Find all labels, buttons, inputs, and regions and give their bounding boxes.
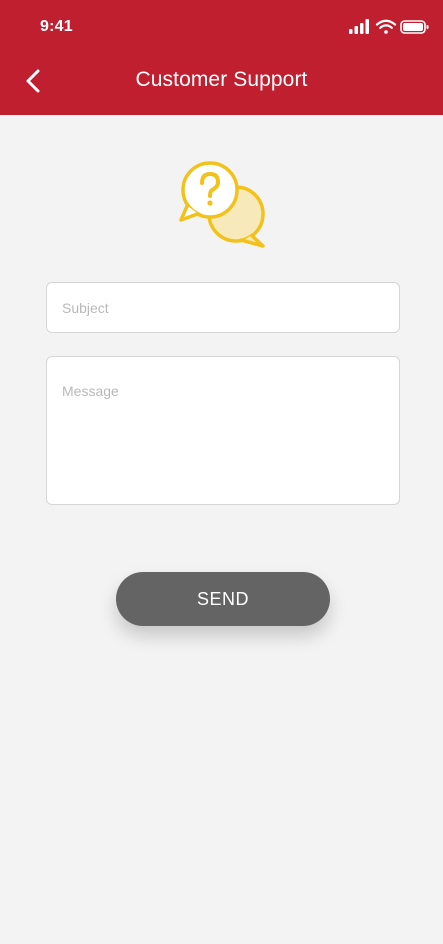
battery-icon bbox=[400, 20, 429, 34]
wifi-icon bbox=[375, 19, 397, 34]
send-button[interactable]: SEND bbox=[116, 572, 330, 626]
page-title: Customer Support bbox=[135, 68, 308, 91]
cellular-signal-icon bbox=[349, 19, 369, 34]
message-input[interactable] bbox=[46, 356, 400, 505]
status-time: 9:41 bbox=[40, 18, 73, 35]
app-header: 9:41 Customer Support bbox=[0, 0, 443, 115]
question-chat-bubbles-icon bbox=[178, 160, 268, 250]
status-icons bbox=[349, 17, 431, 37]
subject-input[interactable] bbox=[46, 282, 400, 333]
